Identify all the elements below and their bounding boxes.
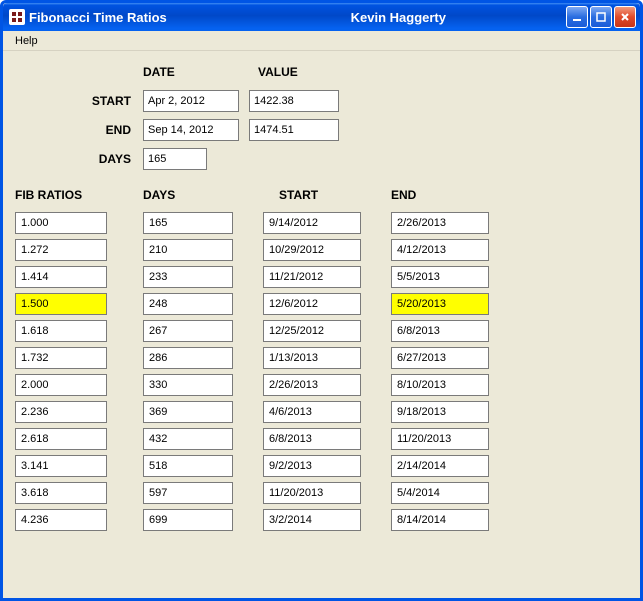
fib-ratio-cell[interactable]: 1.414 [15, 266, 107, 288]
th-fib: FIB RATIOS [15, 188, 143, 202]
days-label: DAYS [15, 152, 143, 166]
table-row: 2.000 330 2/26/2013 8/10/2013 [15, 374, 628, 396]
end-date-cell[interactable]: 5/5/2013 [391, 266, 489, 288]
end-date-cell[interactable]: 8/10/2013 [391, 374, 489, 396]
start-date-cell[interactable]: 12/6/2012 [263, 293, 361, 315]
days-input[interactable]: 165 [143, 148, 207, 170]
end-date-cell[interactable]: 5/20/2013 [391, 293, 489, 315]
days-cell[interactable]: 233 [143, 266, 233, 288]
days-cell[interactable]: 165 [143, 212, 233, 234]
end-date-cell[interactable]: 9/18/2013 [391, 401, 489, 423]
fib-ratio-cell[interactable]: 1.732 [15, 347, 107, 369]
app-icon [9, 9, 25, 25]
content-pane: DATE VALUE START Apr 2, 2012 1422.38 END… [3, 51, 640, 598]
start-date-cell[interactable]: 6/8/2013 [263, 428, 361, 450]
th-days: DAYS [143, 188, 263, 202]
close-button[interactable] [614, 6, 636, 28]
days-cell[interactable]: 210 [143, 239, 233, 261]
start-date-cell[interactable]: 4/6/2013 [263, 401, 361, 423]
window-subtitle: Kevin Haggerty [351, 10, 446, 25]
window-title: Fibonacci Time Ratios [29, 10, 167, 25]
end-date-cell[interactable]: 8/14/2014 [391, 509, 489, 531]
start-date-cell[interactable]: 2/26/2013 [263, 374, 361, 396]
start-date-input[interactable]: Apr 2, 2012 [143, 90, 239, 112]
table-header: FIB RATIOS DAYS START END [15, 188, 628, 202]
end-date-cell[interactable]: 11/20/2013 [391, 428, 489, 450]
menubar: Help [3, 31, 640, 51]
end-date-cell[interactable]: 6/8/2013 [391, 320, 489, 342]
menu-help[interactable]: Help [9, 33, 44, 49]
days-cell[interactable]: 518 [143, 455, 233, 477]
th-start: START [263, 188, 391, 202]
table-row: 1.618 267 12/25/2012 6/8/2013 [15, 320, 628, 342]
days-cell[interactable]: 597 [143, 482, 233, 504]
start-date-cell[interactable]: 10/29/2012 [263, 239, 361, 261]
days-cell[interactable]: 286 [143, 347, 233, 369]
header-date-label: DATE [143, 65, 248, 79]
fib-ratio-cell[interactable]: 3.141 [15, 455, 107, 477]
fib-ratio-cell[interactable]: 1.618 [15, 320, 107, 342]
table-body: 1.000 165 9/14/2012 2/26/2013 1.272 210 10/29/… [15, 212, 628, 531]
start-value-input[interactable]: 1422.38 [249, 90, 339, 112]
days-cell[interactable]: 330 [143, 374, 233, 396]
end-label: END [15, 123, 143, 137]
start-date-cell[interactable]: 11/20/2013 [263, 482, 361, 504]
start-date-cell[interactable]: 11/21/2012 [263, 266, 361, 288]
end-value-input[interactable]: 1474.51 [249, 119, 339, 141]
window-buttons [566, 6, 636, 28]
start-date-cell[interactable]: 12/25/2012 [263, 320, 361, 342]
fib-ratio-cell[interactable]: 1.272 [15, 239, 107, 261]
fib-ratio-cell[interactable]: 2.618 [15, 428, 107, 450]
minimize-button[interactable] [566, 6, 588, 28]
days-cell[interactable]: 699 [143, 509, 233, 531]
end-date-cell[interactable]: 5/4/2014 [391, 482, 489, 504]
start-date-cell[interactable]: 3/2/2014 [263, 509, 361, 531]
table-row: 3.618 597 11/20/2013 5/4/2014 [15, 482, 628, 504]
maximize-button[interactable] [590, 6, 612, 28]
fib-ratio-cell[interactable]: 1.500 [15, 293, 107, 315]
table-row: 3.141 518 9/2/2013 2/14/2014 [15, 455, 628, 477]
app-window: Fibonacci Time Ratios Kevin Haggerty Hel… [0, 0, 643, 601]
table-row: 1.414 233 11/21/2012 5/5/2013 [15, 266, 628, 288]
end-date-cell[interactable]: 6/27/2013 [391, 347, 489, 369]
table-row: 2.236 369 4/6/2013 9/18/2013 [15, 401, 628, 423]
start-label: START [15, 94, 143, 108]
fib-ratio-cell[interactable]: 2.000 [15, 374, 107, 396]
fib-ratio-cell[interactable]: 1.000 [15, 212, 107, 234]
days-cell[interactable]: 248 [143, 293, 233, 315]
end-date-input[interactable]: Sep 14, 2012 [143, 119, 239, 141]
table-row: 1.500 248 12/6/2012 5/20/2013 [15, 293, 628, 315]
table-row: 4.236 699 3/2/2014 8/14/2014 [15, 509, 628, 531]
th-end: END [391, 188, 511, 202]
table-row: 2.618 432 6/8/2013 11/20/2013 [15, 428, 628, 450]
header-value-label: VALUE [258, 65, 358, 79]
table-row: 1.000 165 9/14/2012 2/26/2013 [15, 212, 628, 234]
fib-ratio-cell[interactable]: 4.236 [15, 509, 107, 531]
titlebar: Fibonacci Time Ratios Kevin Haggerty [3, 3, 640, 31]
start-date-cell[interactable]: 9/2/2013 [263, 455, 361, 477]
end-date-cell[interactable]: 4/12/2013 [391, 239, 489, 261]
start-date-cell[interactable]: 1/13/2013 [263, 347, 361, 369]
days-cell[interactable]: 267 [143, 320, 233, 342]
table-row: 1.732 286 1/13/2013 6/27/2013 [15, 347, 628, 369]
table-row: 1.272 210 10/29/2012 4/12/2013 [15, 239, 628, 261]
start-date-cell[interactable]: 9/14/2012 [263, 212, 361, 234]
days-cell[interactable]: 432 [143, 428, 233, 450]
fib-ratio-cell[interactable]: 3.618 [15, 482, 107, 504]
end-date-cell[interactable]: 2/14/2014 [391, 455, 489, 477]
days-cell[interactable]: 369 [143, 401, 233, 423]
end-date-cell[interactable]: 2/26/2013 [391, 212, 489, 234]
fib-ratio-cell[interactable]: 2.236 [15, 401, 107, 423]
